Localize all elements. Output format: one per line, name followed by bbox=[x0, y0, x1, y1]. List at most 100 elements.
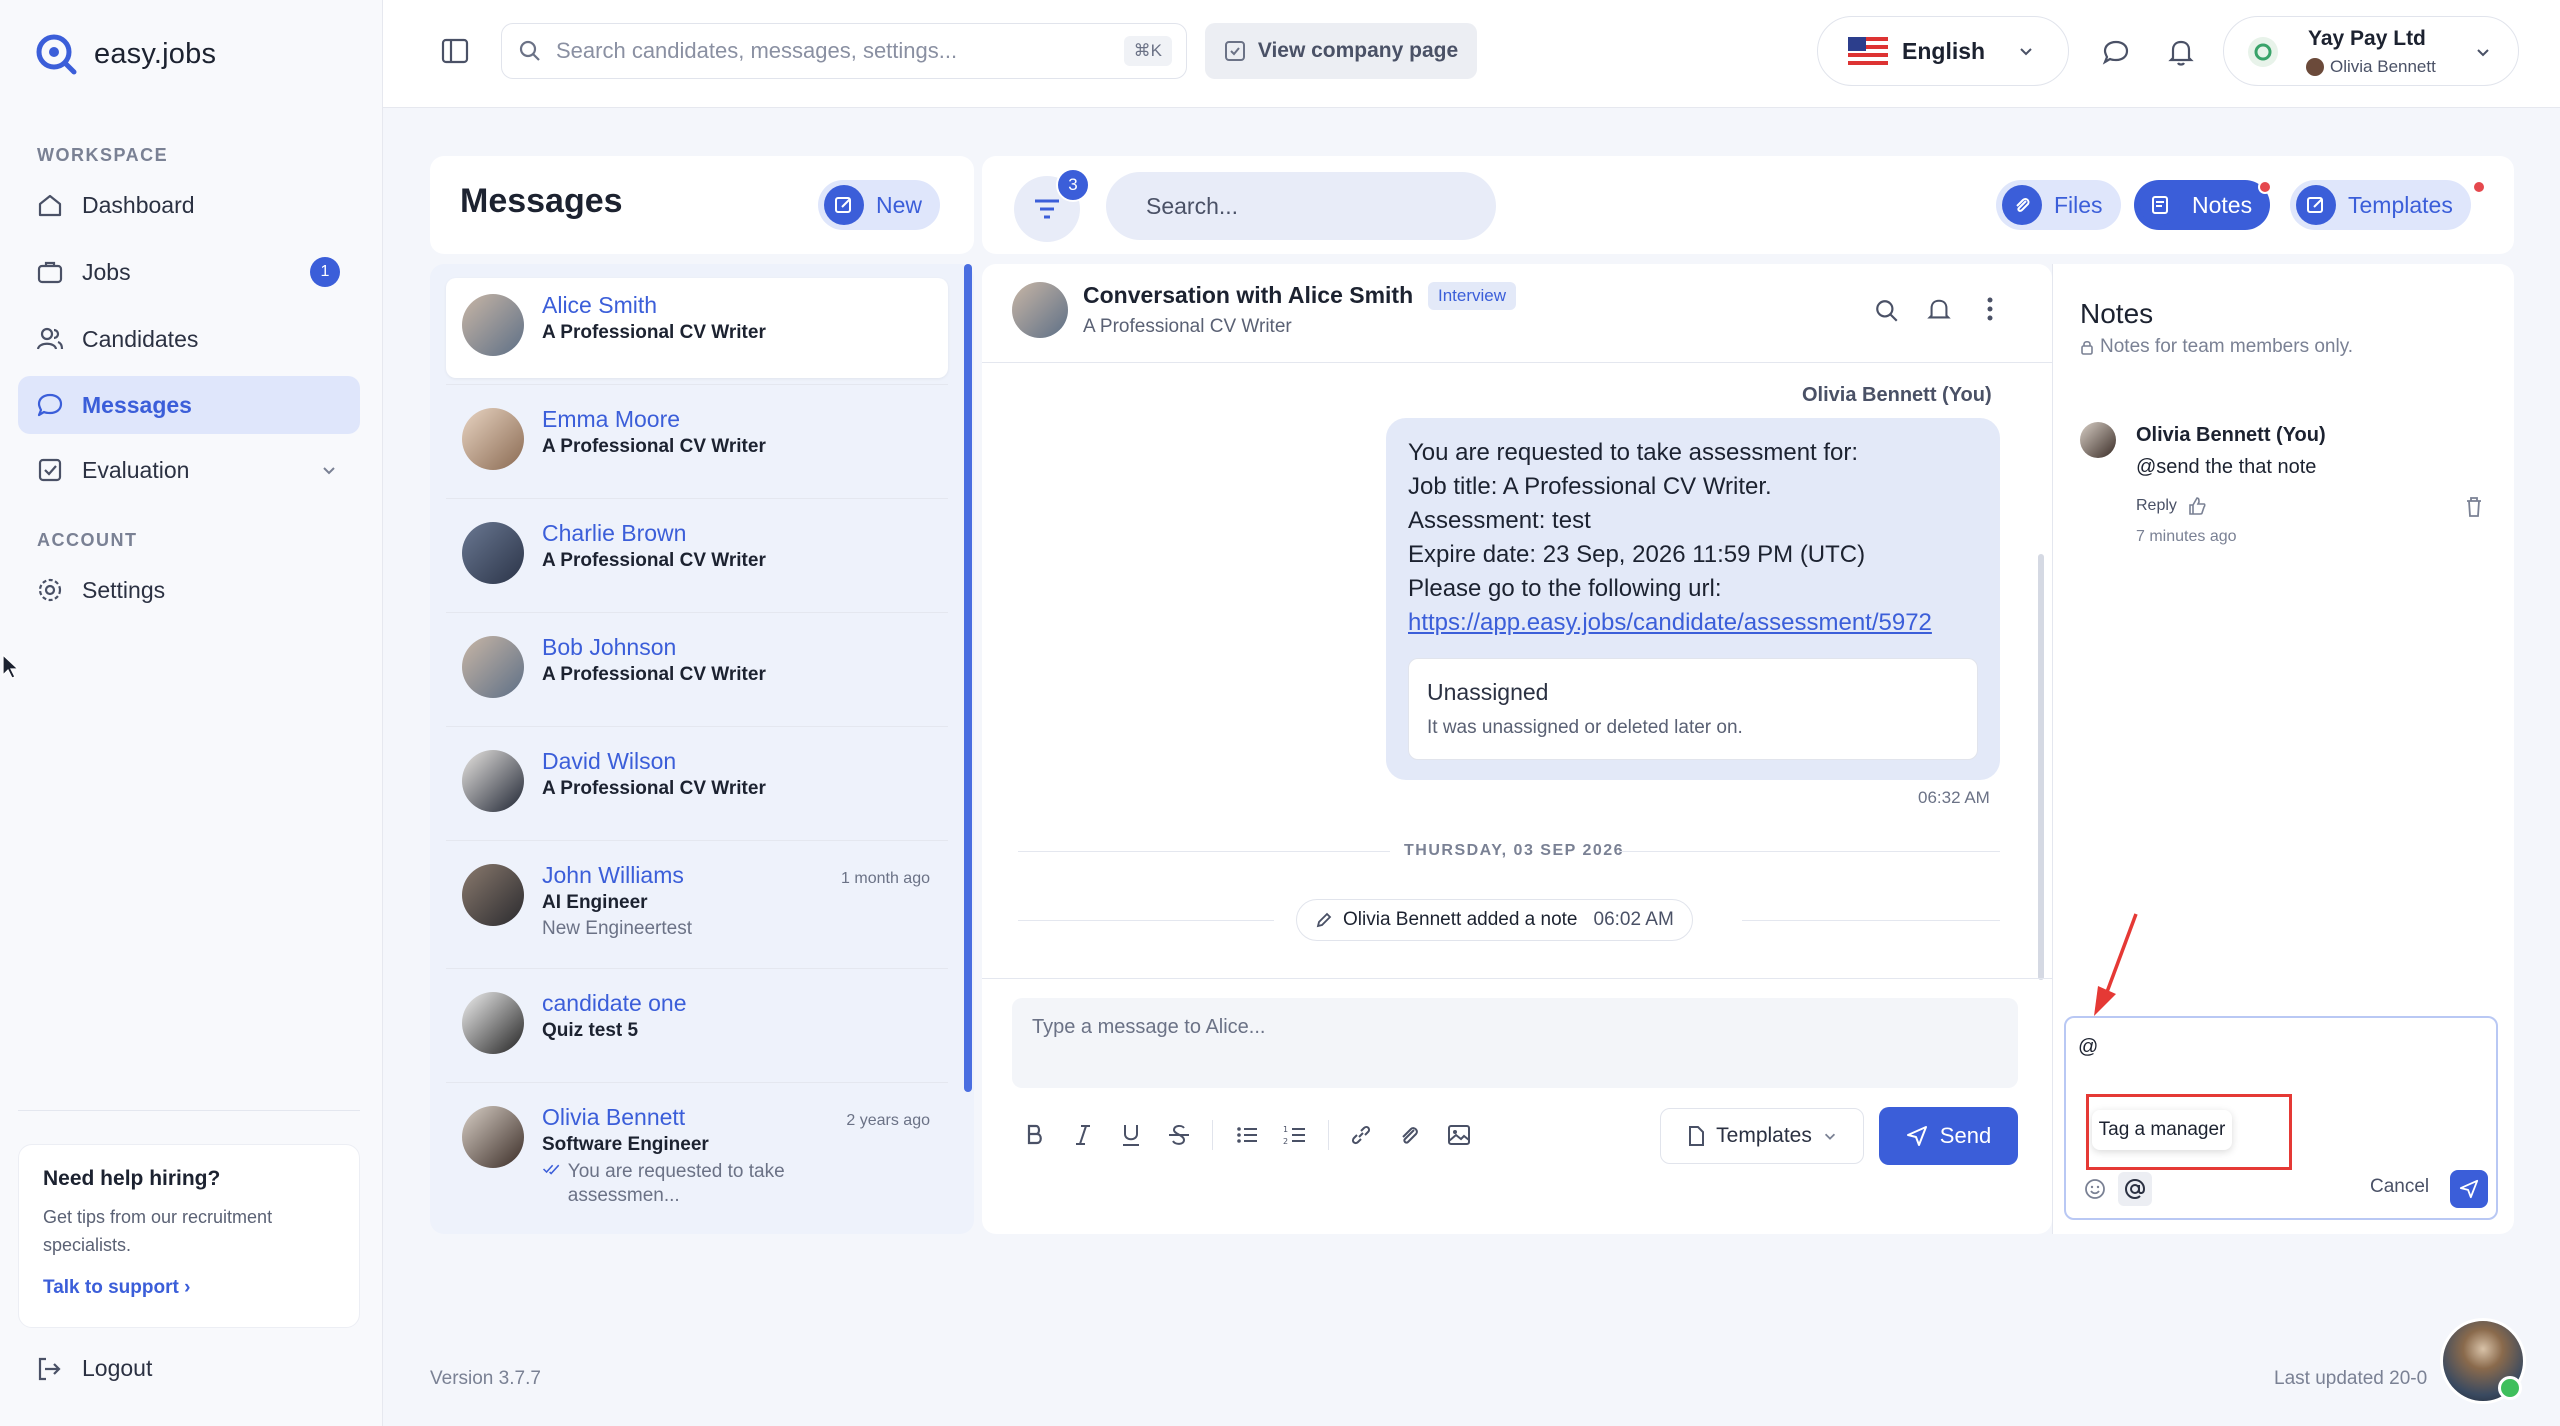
send-button[interactable]: Send bbox=[1879, 1107, 2018, 1165]
conversation-item-charlie-brown[interactable]: Charlie Brown A Professional CV Writer bbox=[446, 506, 948, 606]
send-label: Send bbox=[1939, 1123, 1992, 1148]
underline-icon[interactable] bbox=[1118, 1122, 1144, 1148]
logout-button[interactable]: Logout bbox=[36, 1355, 152, 1382]
conversation-role: AI Engineer bbox=[542, 892, 648, 913]
notes-subtitle: Notes for team members only. bbox=[2100, 336, 2354, 357]
conversation-item-bob-johnson[interactable]: Bob Johnson A Professional CV Writer bbox=[446, 620, 948, 720]
conversation-item-john-williams[interactable]: John Williams AI Engineer New Engineerte… bbox=[446, 848, 948, 948]
sidebar-item-candidates[interactable]: Candidates bbox=[18, 310, 360, 368]
search-icon[interactable] bbox=[1874, 298, 1900, 324]
sidebar-divider bbox=[18, 1110, 360, 1111]
divider bbox=[1018, 920, 1274, 921]
chat-icon[interactable] bbox=[2102, 38, 2130, 66]
chat-title: Conversation with Alice Smith bbox=[1083, 282, 1414, 308]
notes-title: Notes bbox=[2080, 298, 2154, 329]
app-logo[interactable]: easy.jobs bbox=[32, 30, 216, 78]
templates-dropdown[interactable]: Templates bbox=[1660, 1108, 1864, 1164]
checkbox-icon bbox=[38, 458, 62, 482]
submit-note-button[interactable] bbox=[2450, 1170, 2488, 1208]
files-button[interactable]: Files bbox=[1996, 180, 2121, 230]
bell-icon[interactable] bbox=[1926, 296, 1952, 324]
svg-text:1: 1 bbox=[1283, 1125, 1288, 1134]
chat-scrollbar[interactable] bbox=[2038, 554, 2044, 980]
conversation-name: Alice Smith bbox=[542, 292, 658, 318]
app-name: easy.jobs bbox=[94, 37, 217, 70]
italic-icon[interactable] bbox=[1070, 1122, 1096, 1148]
workspace-section-label: WORKSPACE bbox=[37, 145, 169, 165]
more-vertical-icon[interactable] bbox=[1986, 296, 1994, 322]
notes-label: Notes bbox=[2192, 191, 2253, 218]
avatar bbox=[462, 992, 524, 1054]
emoji-icon[interactable] bbox=[2084, 1178, 2106, 1200]
conversation-item-alice-smith[interactable]: Alice Smith A Professional CV Writer bbox=[446, 278, 948, 378]
sidebar-item-jobs[interactable]: Jobs 1 bbox=[18, 243, 360, 301]
users-icon bbox=[36, 327, 64, 350]
global-search-input[interactable]: Search candidates, messages, settings...… bbox=[501, 23, 1187, 79]
conversation-item-candidate-one[interactable]: candidate one Quiz test 5 bbox=[446, 976, 948, 1076]
sidebar-item-messages[interactable]: Messages bbox=[18, 376, 360, 434]
conversation-item-david-wilson[interactable]: David Wilson A Professional CV Writer bbox=[446, 734, 948, 834]
at-sign-icon bbox=[2124, 1178, 2146, 1200]
image-icon[interactable] bbox=[1446, 1122, 1472, 1148]
numbered-list-icon[interactable]: 12 bbox=[1282, 1122, 1308, 1148]
language-selector[interactable]: English bbox=[1817, 16, 2069, 86]
sender-name: Olivia Bennett (You) bbox=[1802, 384, 1992, 406]
send-icon bbox=[1906, 1126, 1927, 1146]
reply-link[interactable]: Reply bbox=[2136, 497, 2177, 515]
avatar bbox=[462, 864, 524, 926]
edit-icon bbox=[2307, 197, 2323, 213]
conversation-item-emma-moore[interactable]: Emma Moore A Professional CV Writer bbox=[446, 392, 948, 492]
assessment-link[interactable]: https://app.easy.jobs/candidate/assessme… bbox=[1408, 606, 1978, 640]
home-icon bbox=[38, 194, 62, 217]
bullet-list-icon[interactable] bbox=[1234, 1122, 1260, 1148]
paperclip-icon[interactable] bbox=[1396, 1122, 1422, 1148]
chevron-down-icon bbox=[2477, 49, 2489, 57]
templates-button[interactable]: Templates bbox=[2290, 180, 2471, 230]
conversation-search-input[interactable]: Search... bbox=[1106, 172, 1496, 240]
last-updated-label: Last updated 20-0 bbox=[2274, 1368, 2428, 1389]
avatar bbox=[2080, 422, 2116, 458]
version-label: Version 3.7.7 bbox=[430, 1368, 541, 1389]
event-time: 06:02 AM bbox=[1593, 909, 1674, 930]
message-line: Please go to the following url: bbox=[1408, 575, 1722, 602]
new-label: New bbox=[876, 191, 923, 218]
message-input[interactable]: Type a message to Alice... bbox=[1012, 998, 2018, 1088]
bold-icon[interactable] bbox=[1022, 1122, 1048, 1148]
thumbs-up-icon[interactable] bbox=[2187, 496, 2207, 516]
avatar bbox=[462, 750, 524, 812]
sidebar-item-label: Jobs bbox=[82, 258, 131, 285]
avatar bbox=[462, 636, 524, 698]
strikethrough-icon[interactable] bbox=[1166, 1122, 1192, 1148]
avatar bbox=[462, 522, 524, 584]
new-message-button[interactable]: New bbox=[818, 180, 941, 230]
jobs-count-badge: 1 bbox=[310, 257, 340, 287]
help-card: Need help hiring? Get tips from our recr… bbox=[18, 1144, 360, 1328]
view-company-page-button[interactable]: View company page bbox=[1205, 23, 1477, 79]
message-line: Expire date: 23 Sep, 2026 11:59 PM (UTC) bbox=[1408, 541, 1866, 568]
conversation-item-olivia-bennett[interactable]: Olivia Bennett Software Engineer You are… bbox=[446, 1090, 948, 1206]
talk-to-support-link[interactable]: Talk to support › bbox=[43, 1277, 335, 1299]
conversation-role: A Professional CV Writer bbox=[542, 436, 766, 457]
sidebar-item-settings[interactable]: Settings bbox=[18, 561, 360, 619]
notes-button[interactable]: Notes bbox=[2134, 180, 2271, 230]
message-time: 06:32 AM bbox=[1918, 788, 1990, 807]
language-label: English bbox=[1902, 37, 1986, 64]
filter-count-badge: 3 bbox=[1056, 168, 1090, 202]
sidebar-item-dashboard[interactable]: Dashboard bbox=[18, 176, 360, 234]
card-description: It was unassigned or deleted later on. bbox=[1427, 717, 1743, 738]
link-icon[interactable] bbox=[1348, 1122, 1374, 1148]
templates-label: Templates bbox=[2348, 191, 2453, 218]
sidebar-toggle-icon[interactable] bbox=[441, 38, 469, 64]
templates-notification-dot bbox=[2472, 180, 2486, 194]
bell-icon[interactable] bbox=[2167, 37, 2195, 67]
divider bbox=[446, 612, 948, 613]
account-menu[interactable]: Yay Pay Ltd Olivia Bennett bbox=[2223, 16, 2519, 86]
message-bubble: You are requested to take assessment for… bbox=[1386, 418, 2000, 780]
trash-icon[interactable] bbox=[2464, 496, 2484, 518]
mention-button[interactable] bbox=[2118, 1172, 2152, 1206]
list-scrollbar[interactable] bbox=[964, 264, 972, 1092]
sidebar-item-evaluation[interactable]: Evaluation bbox=[18, 441, 360, 499]
logout-label: Logout bbox=[82, 1355, 153, 1381]
cancel-button[interactable]: Cancel bbox=[2370, 1176, 2429, 1198]
external-checkbox-icon bbox=[1224, 41, 1245, 61]
